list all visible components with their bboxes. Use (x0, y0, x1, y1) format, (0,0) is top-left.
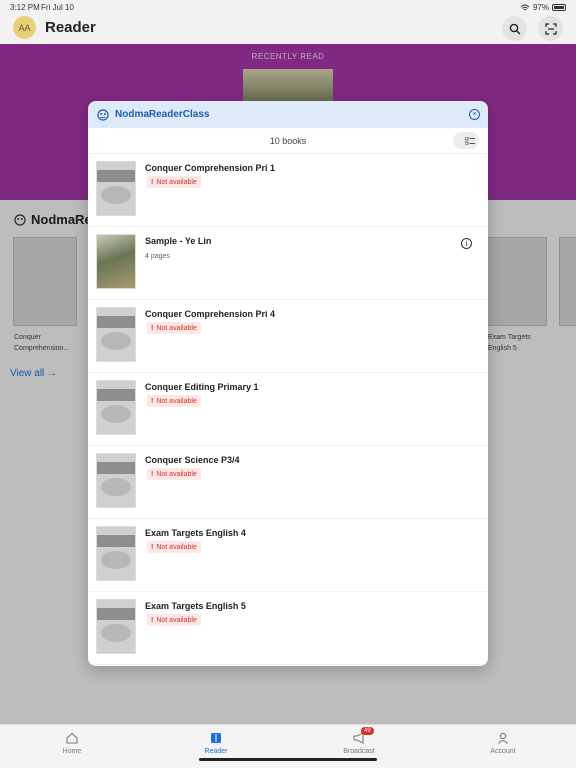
warning-icon: ! (151, 324, 154, 332)
book-title: Conquer Science P3/4 (145, 455, 240, 465)
info-icon: i (465, 239, 468, 248)
info-button[interactable]: i (461, 238, 472, 249)
book-cover (96, 234, 136, 289)
book-row[interactable]: Exam Targets English 5 ! Not available (88, 592, 488, 665)
wifi-icon (520, 4, 530, 10)
view-toggle-button[interactable] (453, 132, 479, 149)
page-count: 4 pages (145, 253, 170, 260)
class-icon (97, 108, 109, 121)
book-row[interactable]: Conquer Editing Primary 1 ! Not available (88, 373, 488, 446)
modal-header: NodmaReaderClass × (88, 101, 488, 128)
book-row[interactable]: Exam Targets English 4 ! Not available (88, 519, 488, 592)
scan-button[interactable] (538, 16, 563, 41)
tab-broadcast[interactable]: 49 Broadcast (329, 727, 389, 755)
book-cover (96, 453, 136, 508)
warning-icon: ! (151, 543, 154, 551)
status-bar: 3:12 PM Fri Jul 10 97% (0, 0, 576, 14)
tab-reader[interactable]: Reader (186, 731, 246, 755)
book-cover (96, 161, 136, 216)
book-icon (211, 733, 221, 743)
avatar[interactable]: AA (13, 16, 36, 39)
battery-icon (552, 4, 566, 11)
status-time: 3:12 PM (10, 3, 40, 12)
book-count-row: 10 books (88, 128, 488, 154)
scan-icon (544, 22, 557, 35)
book-row[interactable]: Conquer Comprehension Pri 1 ! Not availab… (88, 154, 488, 227)
warning-icon: ! (151, 616, 154, 624)
tab-account[interactable]: Account (473, 731, 533, 755)
book-cover (96, 599, 136, 654)
warning-icon: ! (151, 178, 154, 186)
book-title: Exam Targets English 5 (145, 601, 246, 611)
book-cover (96, 307, 136, 362)
modal-title: NodmaReaderClass (115, 109, 210, 120)
search-icon (509, 23, 520, 34)
not-available-badge: ! Not available (147, 395, 201, 407)
battery-percent: 97% (532, 3, 549, 12)
app-header: AA Reader (0, 14, 576, 44)
close-button[interactable]: × (469, 109, 480, 120)
search-button[interactable] (502, 16, 527, 41)
not-available-badge: ! Not available (147, 468, 201, 480)
book-row[interactable]: Conquer Comprehension Pri 4 ! Not availab… (88, 300, 488, 373)
home-indicator[interactable] (199, 758, 377, 761)
book-title: Conquer Comprehension Pri 4 (145, 309, 276, 319)
user-icon (498, 732, 508, 744)
status-right: 97% (520, 3, 566, 12)
page-title: Reader (45, 19, 96, 36)
book-row[interactable]: Conquer Science P3/4 ! Not available (88, 446, 488, 519)
not-available-badge: ! Not available (147, 176, 201, 188)
not-available-badge: ! Not available (147, 541, 201, 553)
tab-bar: Home Reader 49 Broadcast Account (0, 724, 576, 768)
book-row[interactable]: Sample - Ye Lin 4 pages i (88, 227, 488, 300)
book-cover (96, 526, 136, 581)
book-count: 10 books (269, 136, 307, 146)
book-title: Conquer Comprehension Pri 1 (145, 163, 276, 173)
not-available-badge: ! Not available (147, 614, 201, 626)
tab-home[interactable]: Home (42, 731, 102, 755)
book-title: Sample - Ye Lin (145, 236, 212, 246)
class-books-modal: NodmaReaderClass × 10 books Conquer Comp… (88, 101, 488, 666)
not-available-badge: ! Not available (147, 322, 201, 334)
notification-badge: 49 (361, 727, 374, 735)
status-date: Fri Jul 10 (41, 3, 74, 12)
warning-icon: ! (151, 470, 154, 478)
book-title: Exam Targets English 4 (145, 528, 246, 538)
list-view-icon (465, 136, 475, 145)
home-icon (66, 732, 78, 744)
warning-icon: ! (151, 397, 154, 405)
book-title: Conquer Editing Primary 1 (145, 382, 259, 392)
close-icon: × (472, 111, 477, 118)
book-cover (96, 380, 136, 435)
